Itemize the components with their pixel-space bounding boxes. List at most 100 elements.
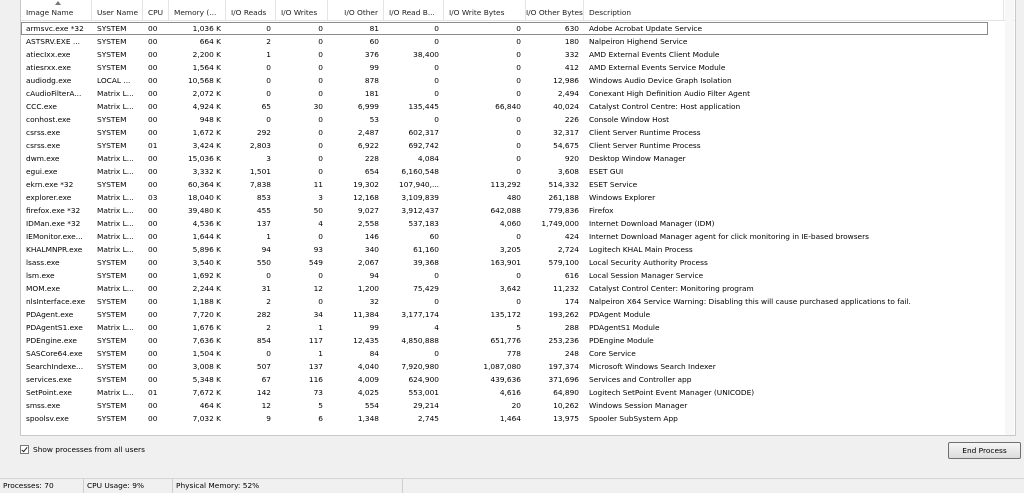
cell-description: Nalpeiron X64 Service Warning: Disabling… xyxy=(589,297,911,306)
table-row[interactable]: SearchIndexe... SYSTEM 00 3,008 K 507 137 4,04… xyxy=(21,360,1015,373)
cell-io-other: 1,348 xyxy=(357,414,379,423)
table-row[interactable]: audiodg.exe LOCAL ... 00 10,568 K 0 0 878 0 0 12,… xyxy=(21,74,1015,87)
cell-io-write-bytes: 480 xyxy=(506,193,521,202)
cell-image-name: armsvc.exe *32 xyxy=(26,24,84,33)
table-row[interactable]: egui.exe Matrix L... 00 3,332 K 1,501 0 654 6,1… xyxy=(21,165,1015,178)
cell-io-reads: 31 xyxy=(261,284,271,293)
column-header-io-writes[interactable]: I/O Writes xyxy=(276,0,328,20)
cell-io-write-bytes: 0 xyxy=(516,63,521,72)
cell-memory: 4,536 K xyxy=(192,219,221,228)
cell-cpu: 00 xyxy=(148,167,158,176)
cell-image-name: egui.exe xyxy=(26,167,58,176)
cell-io-read-bytes: 0 xyxy=(434,37,439,46)
show-all-users-option[interactable]: Show processes from all users xyxy=(20,443,145,455)
table-row[interactable]: atiecIxx.exe SYSTEM 00 2,200 K 1 0 376 38,400 0 3… xyxy=(21,48,1015,61)
show-all-users-checkbox[interactable] xyxy=(20,444,29,454)
column-header-io-other[interactable]: I/O Other xyxy=(328,0,384,20)
cell-io-writes: 4 xyxy=(318,219,323,228)
table-row[interactable]: dwm.exe Matrix L... 00 15,036 K 3 0 228 4,084 0 9… xyxy=(21,152,1015,165)
cell-io-other: 2,558 xyxy=(357,219,379,228)
table-row[interactable]: firefox.exe *32 Matrix L... 00 39,480 K 455 5… xyxy=(21,204,1015,217)
table-row[interactable]: csrss.exe SYSTEM 00 1,672 K 292 0 2,487 602,317… xyxy=(21,126,1015,139)
column-header-io-write-bytes[interactable]: I/O Write Bytes xyxy=(444,0,526,20)
cell-io-other-bytes: 371,696 xyxy=(548,375,579,384)
cell-io-other-bytes: 412 xyxy=(564,63,579,72)
cell-io-other: 654 xyxy=(364,167,379,176)
table-row[interactable]: IEMonitor.exe... Matrix L... 00 1,644 K 1 0 14… xyxy=(21,230,1015,243)
cell-io-write-bytes: 4,060 xyxy=(499,219,521,228)
cell-io-writes: 0 xyxy=(318,297,323,306)
cell-io-writes: 3 xyxy=(318,193,323,202)
cell-memory: 7,672 K xyxy=(192,388,221,397)
cell-user-name: SYSTEM xyxy=(97,336,127,345)
table-row[interactable]: MOM.exe Matrix L... 00 2,244 K 31 12 1,200 75,4… xyxy=(21,282,1015,295)
table-row[interactable]: lsm.exe SYSTEM 00 1,692 K 0 0 94 0 0 616 Local Ses… xyxy=(21,269,1015,282)
vertical-scrollbar[interactable] xyxy=(1005,0,1014,435)
cell-memory: 7,032 K xyxy=(192,414,221,423)
table-row[interactable]: armsvc.exe *32 SYSTEM 00 1,036 K 0 0 81 0 0 630 Ad… xyxy=(21,22,988,35)
table-row[interactable]: explorer.exe Matrix L... 03 18,040 K 853 3 12,… xyxy=(21,191,1015,204)
end-process-button[interactable]: End Process xyxy=(948,442,1021,459)
table-row[interactable]: spoolsv.exe SYSTEM 00 7,032 K 9 6 1,348 2,745 1,… xyxy=(21,412,1015,425)
cell-image-name: MOM.exe xyxy=(26,284,61,293)
table-row[interactable]: smss.exe SYSTEM 00 464 K 12 5 554 29,214 20 10,26… xyxy=(21,399,1015,412)
status-bar: Processes: 70 CPU Usage: 9% Physical Mem… xyxy=(0,478,1024,493)
cell-io-reads: 0 xyxy=(266,63,271,72)
cell-cpu: 00 xyxy=(148,76,158,85)
process-list[interactable]: Image Name User Name CPU Memory (... I/O Rea… xyxy=(20,0,1016,436)
cell-io-write-bytes: 1,087,080 xyxy=(483,362,521,371)
cell-io-writes: 0 xyxy=(318,115,323,124)
table-row[interactable]: IDMan.exe *32 Matrix L... 00 4,536 K 137 4 2,5… xyxy=(21,217,1015,230)
column-header-description[interactable]: Description xyxy=(584,0,1004,20)
cell-io-writes: 6 xyxy=(318,414,323,423)
column-header-io-reads[interactable]: I/O Reads xyxy=(226,0,276,20)
table-row[interactable]: PDEngine.exe SYSTEM 00 7,636 K 854 117 12,435 4… xyxy=(21,334,1015,347)
cell-cpu: 00 xyxy=(148,258,158,267)
column-header-io-other-bytes[interactable]: I/O Other Bytes xyxy=(526,0,584,20)
table-row[interactable]: KHALMNPR.exe Matrix L... 00 5,896 K 94 93 340 6… xyxy=(21,243,1015,256)
cell-description: Desktop Window Manager xyxy=(589,154,686,163)
cell-io-write-bytes: 1,464 xyxy=(499,414,521,423)
cell-io-reads: 853 xyxy=(256,193,271,202)
table-row[interactable]: cAudioFilterA... Matrix L... 00 2,072 K 0 0 18… xyxy=(21,87,1015,100)
table-row[interactable]: lsass.exe SYSTEM 00 3,540 K 550 549 2,067 39,36… xyxy=(21,256,1015,269)
table-row[interactable]: PDAgent.exe SYSTEM 00 7,720 K 282 34 11,384 3,1… xyxy=(21,308,1015,321)
table-row[interactable]: conhost.exe SYSTEM 00 948 K 0 0 53 0 0 226 Console… xyxy=(21,113,1015,126)
cell-image-name: csrss.exe xyxy=(26,141,61,150)
cell-io-write-bytes: 642,088 xyxy=(490,206,521,215)
cell-description: AMD External Events Client Module xyxy=(589,50,720,59)
table-row[interactable]: ASTSRV.EXE ... SYSTEM 00 664 K 2 0 60 0 0 180 Nalp… xyxy=(21,35,1015,48)
table-row[interactable]: CCC.exe Matrix L... 00 4,924 K 65 30 6,999 135,… xyxy=(21,100,1015,113)
table-row[interactable]: SASCore64.exe SYSTEM 00 1,504 K 0 1 84 0 778 248 C… xyxy=(21,347,1015,360)
table-row[interactable]: SetPoint.exe Matrix L... 01 7,672 K 142 73 4,0… xyxy=(21,386,1015,399)
cell-io-other: 6,999 xyxy=(357,102,379,111)
cell-io-other-bytes: 630 xyxy=(564,24,579,33)
cell-io-other: 340 xyxy=(364,245,379,254)
cell-io-write-bytes: 0 xyxy=(516,128,521,137)
cell-io-reads: 1 xyxy=(266,50,271,59)
cell-io-reads: 0 xyxy=(266,115,271,124)
table-row[interactable]: PDAgentS1.exe Matrix L... 00 1,676 K 2 1 99 4 5 2… xyxy=(21,321,1015,334)
cell-io-reads: 12 xyxy=(261,401,271,410)
cell-io-writes: 0 xyxy=(318,141,323,150)
column-header-cpu[interactable]: CPU xyxy=(143,0,169,20)
cell-memory: 1,564 K xyxy=(192,63,221,72)
column-header-memory[interactable]: Memory (... xyxy=(169,0,226,20)
cell-image-name: cAudioFilterA... xyxy=(26,89,82,98)
cell-user-name: SYSTEM xyxy=(97,63,127,72)
table-row[interactable]: ekrn.exe *32 SYSTEM 00 60,364 K 7,838 11 19,30… xyxy=(21,178,1015,191)
column-header-user-name[interactable]: User Name xyxy=(92,0,143,20)
cell-cpu: 00 xyxy=(148,102,158,111)
table-row[interactable]: services.exe SYSTEM 00 5,348 K 67 116 4,009 624… xyxy=(21,373,1015,386)
cell-io-reads: 3 xyxy=(266,154,271,163)
cell-user-name: Matrix L... xyxy=(97,102,134,111)
cell-image-name: csrss.exe xyxy=(26,128,61,137)
cell-image-name: SASCore64.exe xyxy=(26,349,83,358)
cell-description: Catalyst Control Center: Monitoring prog… xyxy=(589,284,754,293)
table-row[interactable]: nlsInterface.exe SYSTEM 00 1,188 K 2 0 32 0 0 174… xyxy=(21,295,1015,308)
cell-io-reads: 94 xyxy=(261,245,271,254)
cell-image-name: atiecIxx.exe xyxy=(26,50,71,59)
column-header-io-read-bytes[interactable]: I/O Read B... xyxy=(384,0,444,20)
table-row[interactable]: csrss.exe SYSTEM 01 3,424 K 2,803 0 6,922 692,7… xyxy=(21,139,1015,152)
table-row[interactable]: atiesrxx.exe SYSTEM 00 1,564 K 0 0 99 0 0 412 AMD … xyxy=(21,61,1015,74)
